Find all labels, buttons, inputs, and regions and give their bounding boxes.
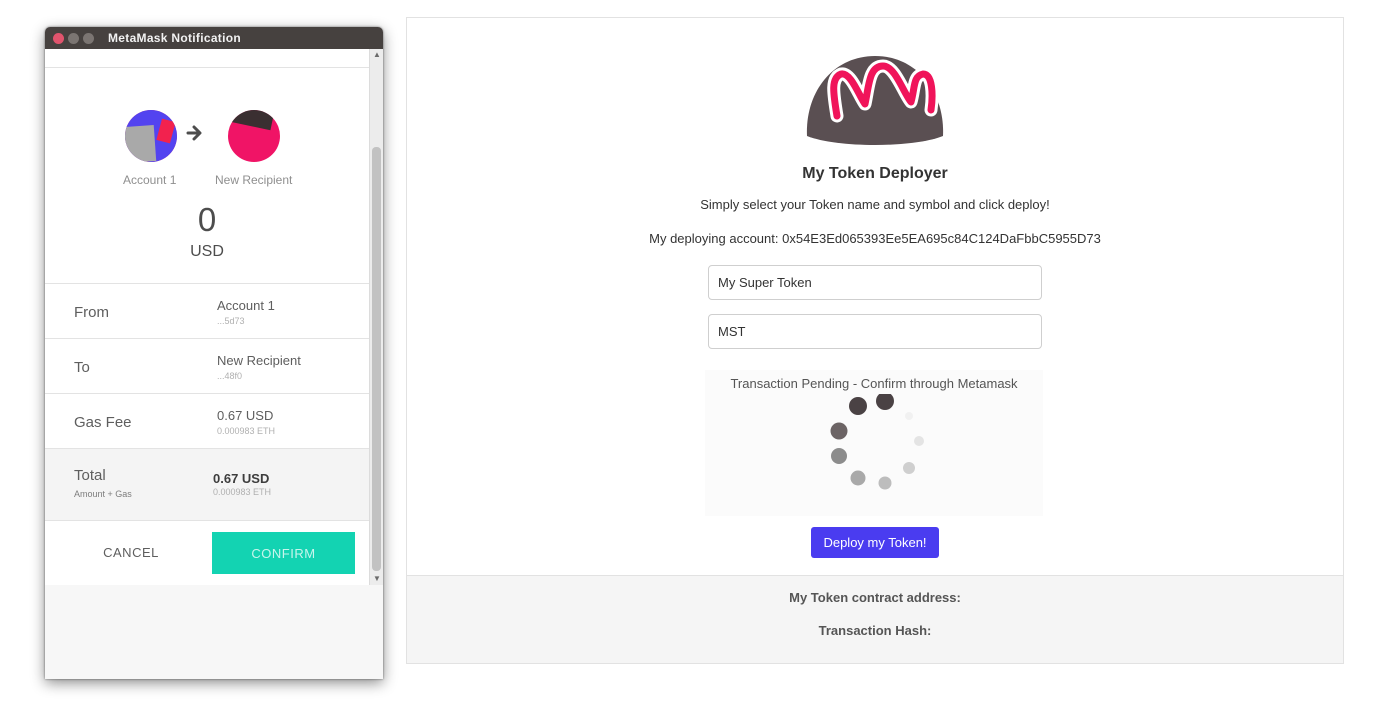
total-usd: 0.67 USD (213, 471, 270, 486)
deploying-account-label: My deploying account: (649, 231, 779, 246)
to-address: ...48f0 (217, 371, 243, 381)
total-sub-label: Amount + Gas (74, 489, 132, 499)
gas-fee-row: Gas Fee 0.67 USD 0.000983 ETH (45, 393, 369, 448)
close-icon[interactable] (53, 32, 64, 44)
scrollbar-thumb[interactable] (372, 147, 381, 571)
gas-fee-label: Gas Fee (74, 414, 132, 431)
total-eth: 0.000983 ETH (213, 487, 272, 497)
from-address: ...5d73 (217, 316, 245, 326)
page-subtitle: Simply select your Token name and symbol… (700, 197, 1050, 212)
from-row: From Account 1 ...5d73 (45, 283, 369, 338)
loading-spinner-icon (830, 394, 924, 490)
transaction-hash-label: Transaction Hash: (818, 623, 932, 638)
sender-label: Account 1 (123, 173, 177, 187)
token-name-input[interactable] (708, 265, 1042, 300)
scroll-up-icon[interactable]: ▲ (370, 49, 383, 61)
vertical-scrollbar[interactable]: ▲ ▼ (369, 49, 383, 585)
total-label: Total (74, 467, 106, 484)
maximize-icon[interactable] (83, 32, 94, 44)
recipient-identicon (228, 110, 280, 162)
window-title: MetaMask Notification (108, 31, 241, 45)
recipient-label: New Recipient (215, 173, 293, 187)
chocolate-token-logo-icon (806, 56, 944, 145)
confirm-button[interactable]: CONFIRM (212, 532, 355, 574)
pending-status-text: Transaction Pending - Confirm through Me… (730, 376, 1018, 391)
from-label: From (74, 304, 109, 321)
pending-status-box: Transaction Pending - Confirm through Me… (705, 370, 1043, 516)
from-account-name: Account 1 (217, 298, 275, 313)
cancel-button[interactable]: CANCEL (75, 535, 187, 569)
arrow-right-icon (186, 125, 202, 141)
page-title: My Token Deployer (802, 165, 948, 182)
token-symbol-input[interactable] (708, 314, 1042, 349)
contract-address-label: My Token contract address: (789, 590, 961, 605)
window-titlebar[interactable]: MetaMask Notification (45, 27, 383, 49)
sender-identicon (125, 110, 177, 162)
minimize-icon[interactable] (68, 32, 79, 44)
deploying-account: My deploying account: 0x54E3Ed065393Ee5E… (407, 231, 1343, 246)
gas-fee-eth: 0.000983 ETH (217, 426, 276, 436)
result-footer: My Token contract address: Transaction H… (407, 575, 1343, 663)
to-account-name: New Recipient (217, 353, 301, 368)
gas-fee-usd: 0.67 USD (217, 408, 274, 423)
amount-unit: USD (190, 243, 224, 260)
to-label: To (74, 359, 90, 376)
header-divider (45, 67, 369, 68)
metamask-notification-window: MetaMask Notification Account 1 New Reci… (45, 27, 383, 679)
amount-value: 0 (197, 201, 217, 238)
to-row: To New Recipient ...48f0 (45, 338, 369, 393)
deploy-button[interactable]: Deploy my Token! (811, 527, 939, 558)
scroll-down-icon[interactable]: ▼ (370, 573, 383, 585)
token-deployer-panel: My Token Deployer Simply select your Tok… (406, 17, 1344, 664)
total-row: Total Amount + Gas 0.67 USD 0.000983 ETH (45, 448, 369, 521)
deploying-account-address: 0x54E3Ed065393Ee5EA695c84C124DaFbbC5955D… (782, 231, 1101, 246)
confirm-transaction-panel: Account 1 New Recipient 0 USD From Accou… (45, 49, 369, 585)
